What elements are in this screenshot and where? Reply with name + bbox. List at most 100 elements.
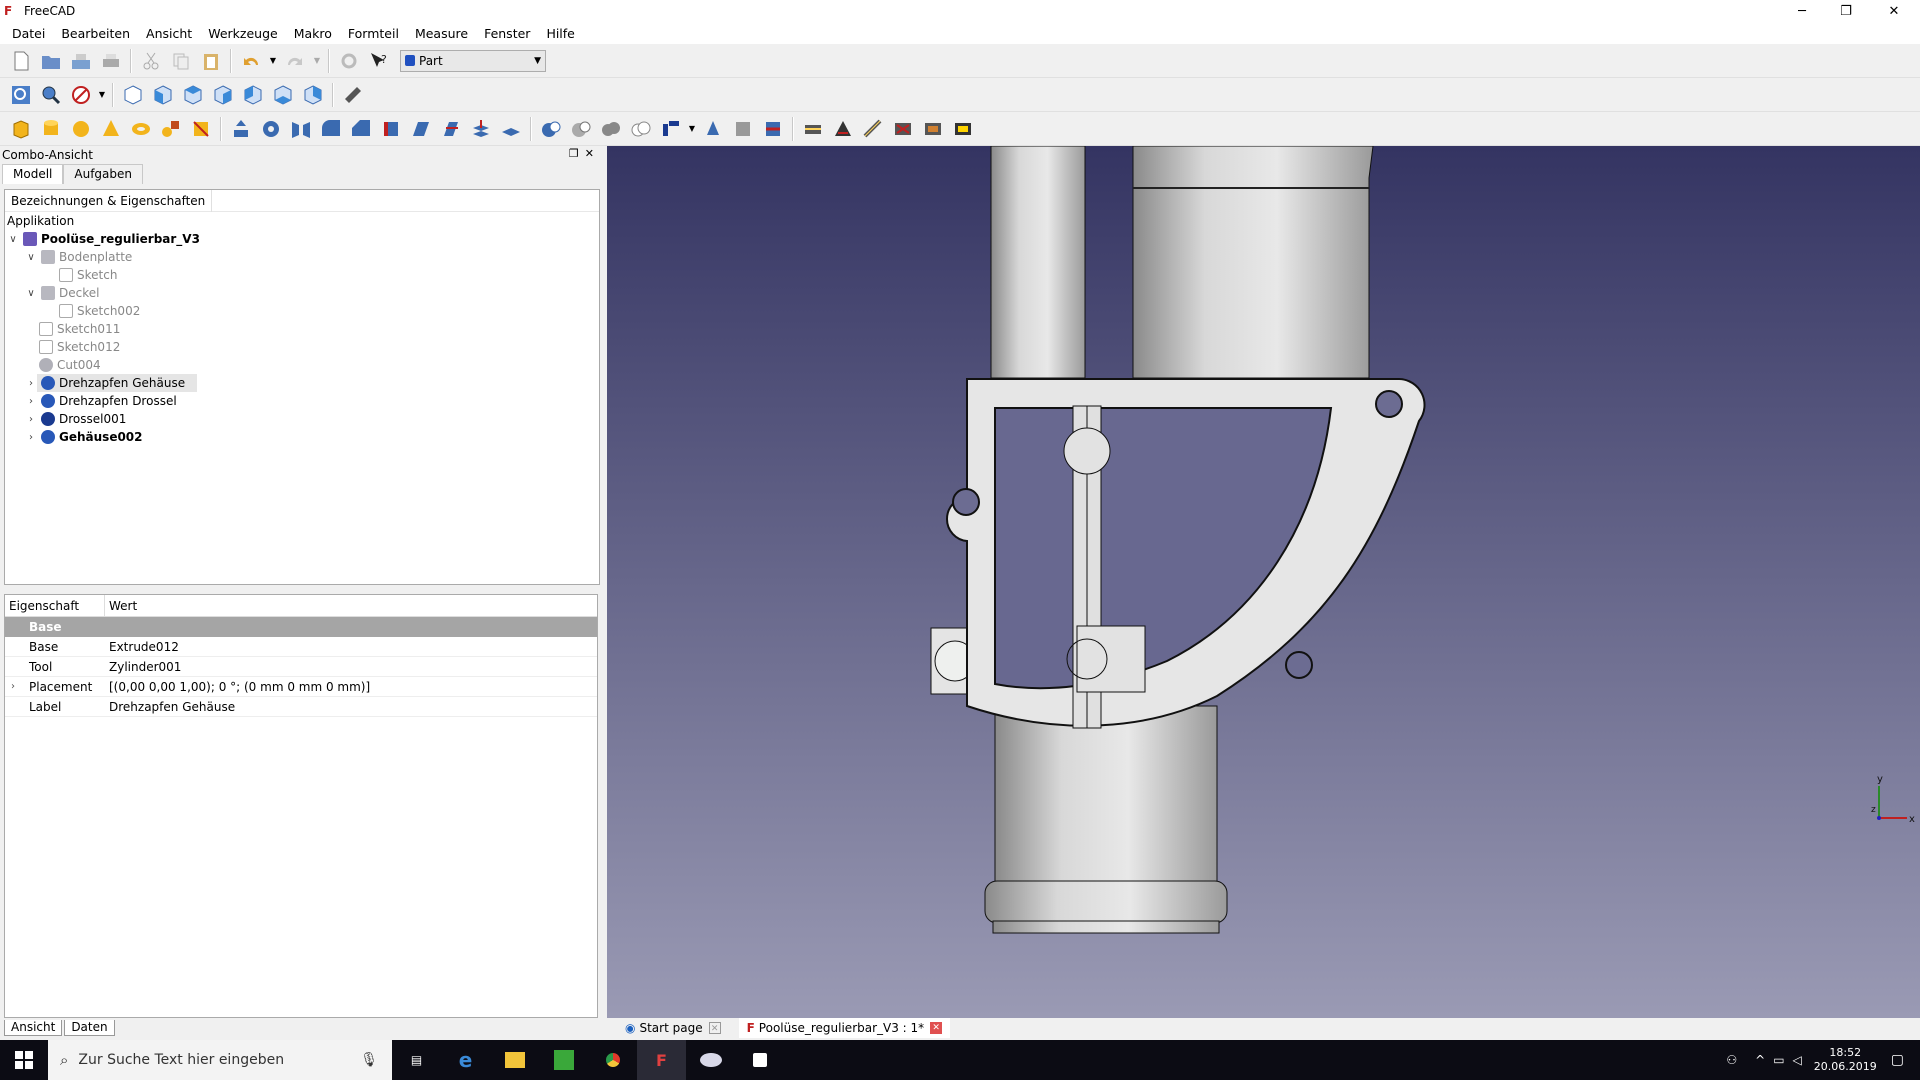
chevron-down-icon[interactable]: ∨	[7, 234, 19, 245]
menu-measure[interactable]: Measure	[407, 26, 476, 41]
taskbar-explorer[interactable]	[490, 1040, 539, 1080]
tab-aufgaben[interactable]: Aufgaben	[63, 164, 143, 184]
whats-this-button[interactable]: ?	[364, 46, 394, 76]
torus-button[interactable]	[126, 114, 156, 144]
cut-button[interactable]	[136, 46, 166, 76]
menu-makro[interactable]: Makro	[286, 26, 340, 41]
draw-style-dropdown[interactable]: ▼	[96, 80, 108, 110]
tab-start-page[interactable]: ◉ Start page ✕	[617, 1018, 729, 1038]
volume-icon[interactable]: ◁	[1793, 1053, 1802, 1067]
property-value[interactable]: Drehzapfen Gehäuse	[105, 697, 597, 716]
view-isometric-button[interactable]	[118, 80, 148, 110]
3d-viewport[interactable]: y x z	[607, 146, 1920, 1018]
view-front-button[interactable]	[148, 80, 178, 110]
tree-item-sketch011[interactable]: Sketch011	[5, 320, 599, 338]
search-box[interactable]: ⌕ Zur Suche Text hier eingeben 🎙	[48, 1040, 392, 1080]
chevron-right-icon[interactable]: ›	[25, 432, 37, 443]
menu-ansicht[interactable]: Ansicht	[138, 26, 200, 41]
undo-dropdown[interactable]: ▼	[266, 46, 280, 76]
make-face-button[interactable]	[376, 114, 406, 144]
close-button[interactable]: ✕	[1872, 0, 1916, 22]
tree-item-drossel001[interactable]: › Drossel001	[5, 410, 599, 428]
view-left-button[interactable]	[298, 80, 328, 110]
chamfer-button[interactable]	[346, 114, 376, 144]
taskbar-chrome[interactable]	[588, 1040, 637, 1080]
menu-bearbeiten[interactable]: Bearbeiten	[53, 26, 138, 41]
measure-toggle-3d-button[interactable]	[918, 114, 948, 144]
people-icon[interactable]: ⚇	[1726, 1053, 1737, 1067]
close-icon[interactable]: ✕	[585, 147, 600, 160]
sweep-button[interactable]	[466, 114, 496, 144]
chevron-down-icon[interactable]: ∨	[25, 288, 37, 299]
tree-item-bodenplatte[interactable]: ∨ Bodenplatte	[5, 248, 599, 266]
property-column-header[interactable]: Eigenschaft	[5, 595, 105, 616]
tree-item-sketch002[interactable]: Sketch002	[5, 302, 599, 320]
revolve-button[interactable]	[256, 114, 286, 144]
undo-button[interactable]	[236, 46, 266, 76]
view-bottom-button[interactable]	[268, 80, 298, 110]
taskbar-app-6[interactable]	[686, 1040, 735, 1080]
tree-column-header[interactable]: Bezeichnungen & Eigenschaften	[5, 189, 213, 212]
tree-item-deckel[interactable]: ∨ Deckel	[5, 284, 599, 302]
measure-angular-button[interactable]	[828, 114, 858, 144]
tree-item-drehzapfen-drossel[interactable]: › Drehzapfen Drossel	[5, 392, 599, 410]
microphone-icon[interactable]: 🎙	[360, 1052, 378, 1068]
fit-selection-button[interactable]	[36, 80, 66, 110]
measure-refresh-button[interactable]	[858, 114, 888, 144]
chevron-down-icon[interactable]: ∨	[25, 252, 37, 263]
float-icon[interactable]: ❐	[569, 147, 585, 160]
copy-button[interactable]	[166, 46, 196, 76]
cut-shapes-button[interactable]	[566, 114, 596, 144]
tab-document[interactable]: F Poolüse_regulierbar_V3 : 1* ✕	[738, 1018, 951, 1038]
menu-werkzeuge[interactable]: Werkzeuge	[200, 26, 286, 41]
tree-item-sketch[interactable]: Sketch	[5, 266, 599, 284]
view-top-button[interactable]	[178, 80, 208, 110]
extrude-button[interactable]	[226, 114, 256, 144]
tab-modell[interactable]: Modell	[2, 164, 64, 184]
taskbar-app-7[interactable]	[735, 1040, 784, 1080]
save-button[interactable]	[66, 46, 96, 76]
tab-daten[interactable]: Daten	[64, 1020, 115, 1036]
loft-button[interactable]	[436, 114, 466, 144]
measure-linear-button[interactable]	[798, 114, 828, 144]
chevron-right-icon[interactable]: ›	[25, 414, 37, 425]
notification-icon[interactable]: ▢	[1891, 1052, 1904, 1068]
start-button[interactable]	[0, 1040, 48, 1080]
boolean-button[interactable]	[536, 114, 566, 144]
tree-item-document[interactable]: ∨ Poolüse_regulierbar_V3	[5, 230, 599, 248]
cylinder-button[interactable]	[36, 114, 66, 144]
chevron-right-icon[interactable]: ›	[11, 681, 15, 692]
cone-button[interactable]	[96, 114, 126, 144]
property-row-base[interactable]: Base Extrude012	[5, 637, 597, 657]
menu-fenster[interactable]: Fenster	[476, 26, 538, 41]
view-right-button[interactable]	[208, 80, 238, 110]
property-row-tool[interactable]: Tool Zylinder001	[5, 657, 597, 677]
section-button[interactable]	[496, 114, 526, 144]
menu-hilfe[interactable]: Hilfe	[538, 26, 582, 41]
mirror-button[interactable]	[286, 114, 316, 144]
tree-item-sketch012[interactable]: Sketch012	[5, 338, 599, 356]
value-column-header[interactable]: Wert	[105, 595, 597, 616]
shape-from-mesh-button[interactable]	[728, 114, 758, 144]
new-file-button[interactable]	[6, 46, 36, 76]
chevron-right-icon[interactable]: ›	[25, 396, 37, 407]
taskbar-app-green[interactable]	[539, 1040, 588, 1080]
measure-toggle-delta-button[interactable]	[948, 114, 978, 144]
taskbar-edge[interactable]: e	[441, 1040, 490, 1080]
tree-item-drehzapfen-gehaeuse[interactable]: › Drehzapfen Gehäuse	[5, 374, 599, 392]
chevron-right-icon[interactable]: ›	[25, 378, 37, 389]
measure-clear-button[interactable]	[888, 114, 918, 144]
property-value[interactable]: Zylinder001	[105, 657, 597, 676]
task-view-button[interactable]: ▤	[392, 1040, 441, 1080]
property-row-placement[interactable]: › Placement [(0,00 0,00 1,00); 0 °; (0 mm…	[5, 677, 597, 697]
close-tab-icon[interactable]: ✕	[708, 1022, 721, 1034]
paste-button[interactable]	[196, 46, 226, 76]
chevron-up-icon[interactable]: ^	[1755, 1053, 1765, 1067]
fuse-button[interactable]	[596, 114, 626, 144]
minimize-button[interactable]: ─	[1780, 0, 1824, 22]
redo-button[interactable]	[280, 46, 310, 76]
common-button[interactable]	[626, 114, 656, 144]
redo-dropdown[interactable]: ▼	[310, 46, 324, 76]
menu-formteil[interactable]: Formteil	[340, 26, 407, 41]
workbench-selector[interactable]: Part ▼	[400, 49, 546, 72]
